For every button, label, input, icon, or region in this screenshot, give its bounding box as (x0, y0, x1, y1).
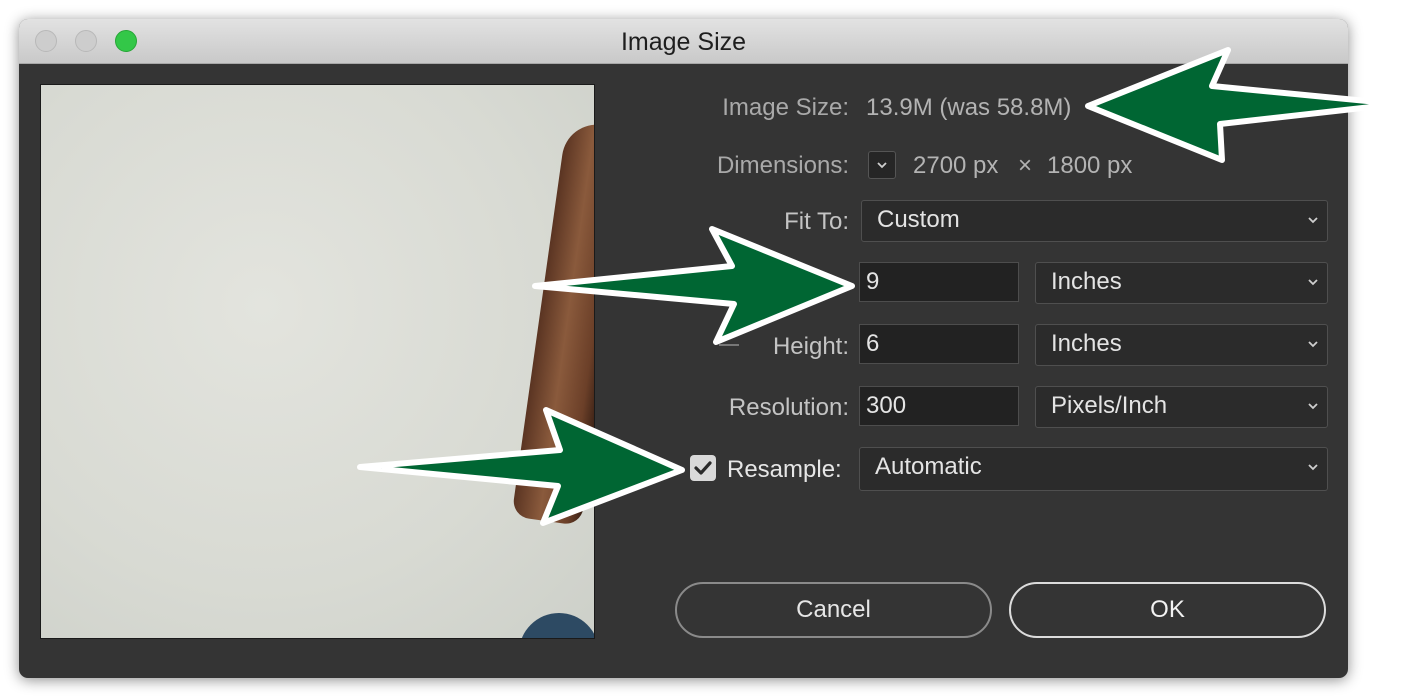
chevron-down-icon (1308, 217, 1318, 224)
width-unit-select[interactable]: Inches (1035, 262, 1328, 304)
resolution-label: Resolution: (728, 394, 849, 421)
chevron-down-icon (1308, 279, 1318, 286)
preview-shoe-shape (519, 613, 594, 638)
image-preview[interactable] (40, 84, 595, 639)
checkmark-icon (694, 461, 712, 475)
width-unit-value: Inches (1051, 268, 1122, 295)
chevron-down-icon (1308, 464, 1318, 471)
resolution-unit-select[interactable]: Pixels/Inch (1035, 386, 1328, 428)
chevron-down-icon (1308, 341, 1318, 348)
height-unit-value: Inches (1051, 330, 1122, 357)
height-input[interactable]: 6 (859, 324, 1019, 364)
resample-select[interactable]: Automatic (859, 447, 1328, 491)
width-input[interactable]: 9 (859, 262, 1019, 302)
dimensions-units-button[interactable] (868, 151, 896, 179)
preview-arm-shape (511, 120, 594, 526)
fit-to-select[interactable]: Custom (861, 200, 1328, 242)
image-size-label: Image Size: (722, 94, 849, 121)
resolution-unit-value: Pixels/Inch (1051, 392, 1168, 419)
resample-checkbox[interactable] (690, 455, 716, 481)
image-size-value: 13.9M (was 58.8M) (866, 94, 1072, 121)
resample-value: Automatic (875, 453, 982, 480)
height-unit-select[interactable]: Inches (1035, 324, 1328, 366)
title-bar: Image Size (19, 19, 1348, 64)
dimensions-height-value: 1800 px (1047, 152, 1133, 179)
constrain-link-line (719, 344, 739, 346)
chevron-down-icon (1308, 403, 1318, 410)
dimensions-times-sign: × (1018, 152, 1033, 179)
dialog-title: Image Size (620, 28, 747, 56)
height-label: Height: (772, 333, 849, 360)
image-size-dialog: Image Size Image Size: 13.9M (was 58.8M)… (19, 19, 1348, 678)
ok-button[interactable]: OK (1009, 582, 1326, 638)
cancel-button[interactable]: Cancel (675, 582, 992, 638)
chevron-down-icon (877, 162, 887, 169)
fit-to-value: Custom (877, 206, 960, 233)
resolution-input[interactable]: 300 (859, 386, 1019, 426)
dimensions-label: Dimensions: (716, 152, 849, 179)
fit-to-label: Fit To: (784, 208, 849, 235)
dimensions-width-value: 2700 px (913, 152, 999, 179)
resample-label: Resample: (727, 456, 842, 483)
